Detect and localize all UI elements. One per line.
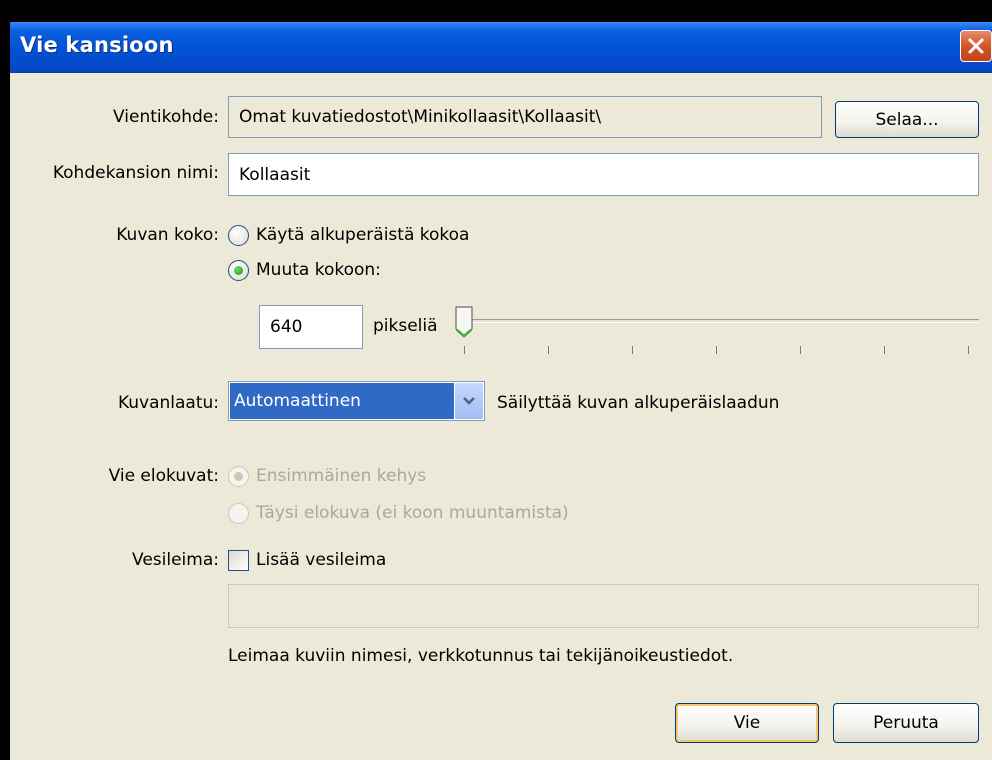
close-icon (968, 38, 984, 54)
slider-tick (548, 346, 549, 354)
dialog-content: Vientikohde: Omat kuvatiedostot\Minikoll… (10, 73, 992, 760)
browse-button[interactable]: Selaa... (835, 101, 979, 138)
quality-dropdown-button[interactable] (455, 383, 483, 419)
pixels-unit-label: pikseliä (373, 316, 438, 336)
folder-name-input[interactable]: Kollaasit (228, 153, 979, 196)
slider-tick (464, 346, 465, 354)
radio-original-size-label[interactable]: Käytä alkuperäistä kokoa (256, 225, 469, 245)
quality-selected-value: Automaattinen (230, 383, 454, 419)
pixels-input[interactable]: 640 (259, 305, 363, 349)
browse-button-label: Selaa... (875, 109, 939, 130)
watermark-hint: Leimaa kuviin nimesi, verkkotunnus tai t… (228, 646, 734, 666)
movies-label: Vie elokuvat: (108, 466, 219, 486)
folder-name-label: Kohdekansion nimi: (52, 163, 219, 183)
radio-full-movie (228, 503, 249, 524)
quality-description: Säilyttää kuvan alkuperäislaadun (497, 393, 780, 413)
cancel-button-label: Peruuta (873, 713, 939, 733)
size-slider-track[interactable] (459, 319, 979, 323)
chevron-down-icon (463, 397, 475, 405)
radio-resize[interactable] (228, 260, 249, 281)
cancel-button[interactable]: Peruuta (833, 703, 979, 743)
window-title: Vie kansioon (20, 33, 174, 57)
export-target-label: Vientikohde: (113, 107, 219, 127)
folder-name-value: Kollaasit (239, 164, 311, 185)
radio-original-size[interactable] (228, 225, 249, 246)
export-dialog: Vie kansioon Vientikohde: Omat kuvatiedo… (10, 22, 992, 760)
radio-resize-label[interactable]: Muuta kokoon: (256, 260, 381, 280)
export-button[interactable]: Vie (675, 703, 819, 743)
slider-tick (800, 346, 801, 354)
title-bar[interactable]: Vie kansioon (10, 22, 992, 73)
radio-first-frame (228, 466, 249, 487)
radio-first-frame-label: Ensimmäinen kehys (256, 466, 427, 486)
image-size-label: Kuvan koko: (116, 225, 219, 245)
watermark-checkbox[interactable] (228, 550, 249, 571)
watermark-label: Vesileima: (132, 550, 219, 570)
pixels-value: 640 (270, 317, 303, 337)
size-slider-thumb[interactable] (454, 305, 474, 339)
radio-full-movie-label: Täysi elokuva (ei koon muuntamista) (256, 503, 569, 523)
watermark-text-input (228, 584, 979, 628)
export-button-label: Vie (733, 713, 761, 733)
slider-tick (968, 346, 969, 354)
slider-tick (884, 346, 885, 354)
quality-label: Kuvanlaatu: (117, 393, 219, 413)
quality-select[interactable]: Automaattinen (228, 381, 485, 421)
watermark-checkbox-label[interactable]: Lisää vesileima (256, 550, 386, 570)
export-target-path: Omat kuvatiedostot\Minikollaasit\Kollaas… (228, 96, 822, 138)
export-target-path-text: Omat kuvatiedostot\Minikollaasit\Kollaas… (239, 107, 602, 127)
slider-tick (632, 346, 633, 354)
close-button[interactable] (960, 30, 992, 62)
slider-tick (716, 346, 717, 354)
